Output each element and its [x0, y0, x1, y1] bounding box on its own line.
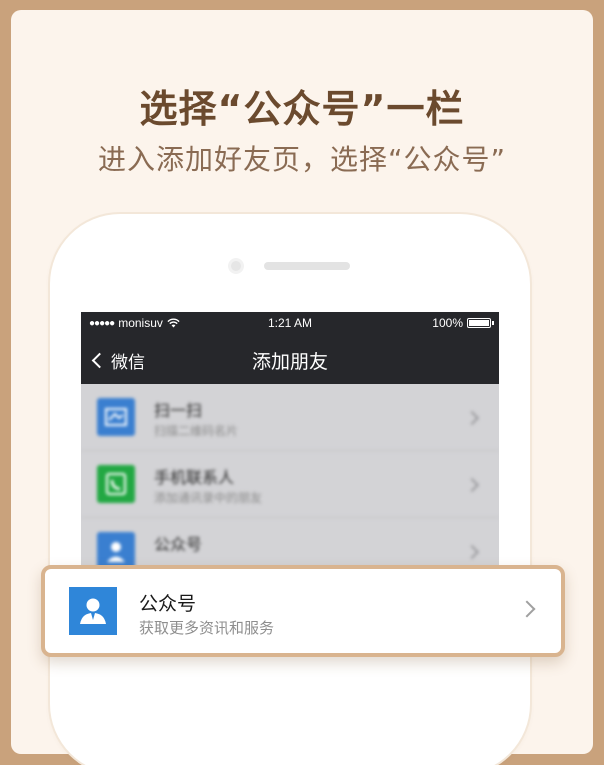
chevron-right-icon [464, 477, 480, 493]
battery-icon [467, 318, 494, 328]
page-title: 添加朋友 [251, 351, 328, 373]
tutorial-subtitle: 进入添加好友页，选择“公众号” [97, 143, 506, 176]
phone-contacts-icon [97, 465, 135, 503]
tutorial-title: 选择“公众号”一栏 [139, 87, 465, 131]
popup-title: 公众号 [139, 593, 197, 615]
battery-percent: 100% [432, 316, 463, 330]
chevron-right-icon [464, 544, 480, 560]
official-account-icon [69, 587, 117, 635]
status-bar: ●●●●● monisuv 1:21 AM 100% [81, 312, 499, 334]
nav-bar: 微信 添加朋友 [81, 334, 499, 384]
list-item-title: 扫一扫 [154, 401, 203, 420]
list-item-title: 公众号 [154, 535, 203, 554]
camera-icon [228, 258, 244, 274]
phone-mockup: ●●●●● monisuv 1:21 AM 100% 微信 添加朋友 扫一扫 扫… [50, 214, 530, 765]
list-item-title: 手机联系人 [154, 468, 235, 487]
battery-group: 100% [432, 316, 494, 330]
speaker-icon [264, 262, 350, 270]
list-item-desc: 添加通讯录中的朋友 [154, 491, 263, 505]
list-item-scan[interactable]: 扫一扫 扫描二维码名片 [81, 384, 499, 451]
chevron-right-icon [464, 410, 480, 426]
popup-desc: 获取更多资讯和服务 [139, 619, 275, 637]
list-item-phone-contacts[interactable]: 手机联系人 添加通讯录中的朋友 [81, 451, 499, 518]
chevron-right-icon [518, 600, 536, 618]
add-friend-list: 扫一扫 扫描二维码名片 手机联系人 添加通讯录中的朋友 公众号 [81, 384, 499, 585]
scan-icon [97, 398, 135, 436]
highlighted-official-account-row[interactable]: 公众号 获取更多资讯和服务 [41, 565, 565, 657]
list-item-desc: 扫描二维码名片 [154, 424, 239, 438]
